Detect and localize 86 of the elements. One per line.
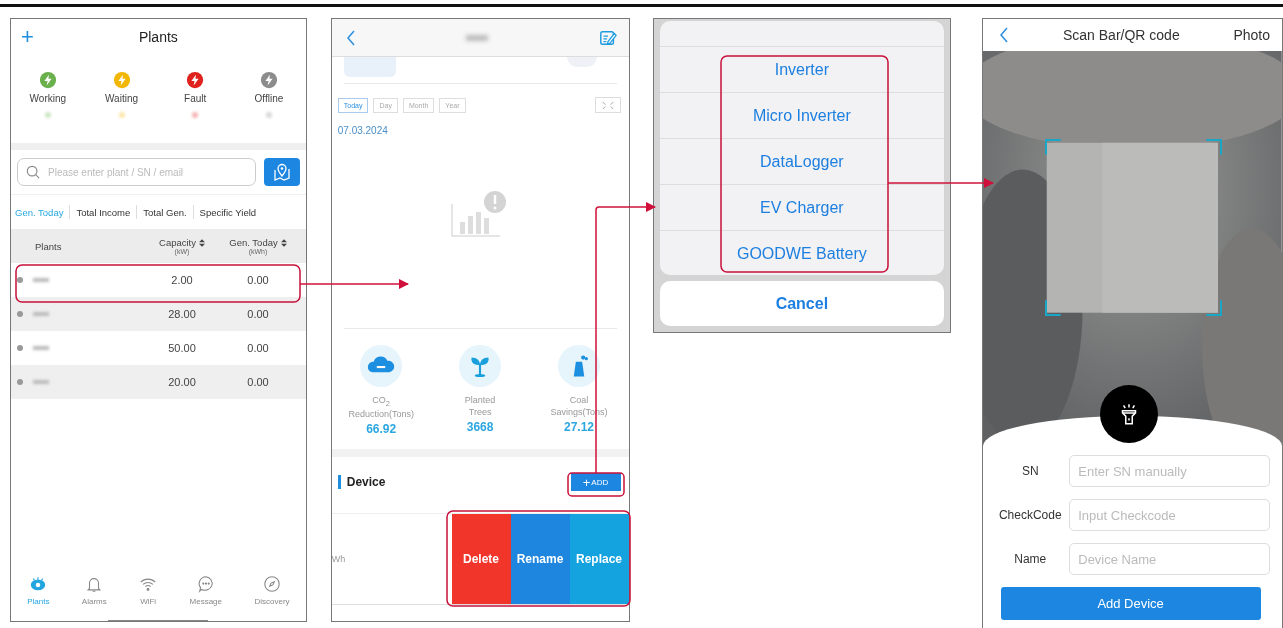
status-dot xyxy=(17,345,23,351)
status-dot xyxy=(17,277,23,283)
blurred-count xyxy=(265,112,272,118)
status-dot xyxy=(17,311,23,317)
back-icon[interactable] xyxy=(999,27,1010,43)
section-title: Device xyxy=(346,475,386,489)
status-dot xyxy=(17,379,23,385)
table-cell-text: 0.00 xyxy=(246,376,270,388)
cloud-icon xyxy=(360,345,403,387)
add-button[interactable]: + xyxy=(21,24,34,50)
add-device-button[interactable]: Add Device xyxy=(1000,587,1261,620)
eye-icon xyxy=(29,575,48,593)
swipe-action-button[interactable]: Delete xyxy=(451,514,511,604)
sort-icon[interactable] xyxy=(199,238,205,247)
field-label: CheckCode xyxy=(997,508,1063,522)
search-icon xyxy=(26,165,40,179)
input-field[interactable]: Input Checkcode xyxy=(1069,499,1270,531)
date-label: 07.03.2024 xyxy=(336,124,389,136)
screen-title: Scan Bar/QR code xyxy=(1061,27,1181,43)
nav-item[interactable]: Discovery xyxy=(254,575,290,606)
tab[interactable]: Gen. Today xyxy=(15,206,64,218)
sheet-option[interactable]: DataLogger xyxy=(659,138,945,184)
cancel-button[interactable]: Cancel xyxy=(659,281,945,326)
wifi-icon xyxy=(139,575,158,593)
back-icon[interactable] xyxy=(345,29,356,46)
nav-item[interactable]: WiFi xyxy=(139,575,158,606)
photo-link[interactable]: Photo xyxy=(1233,27,1270,43)
nav-item[interactable]: Alarms xyxy=(81,575,107,606)
input-field[interactable]: Device Name xyxy=(1069,543,1270,575)
column-header[interactable]: Plants xyxy=(35,240,62,252)
status-label: Fault xyxy=(184,93,207,104)
stat-value: 3668 xyxy=(466,420,494,435)
sort-icon[interactable] xyxy=(280,238,287,247)
status-label: Waiting xyxy=(105,93,138,104)
stat-label: Planted Trees xyxy=(464,395,496,419)
card-background xyxy=(343,57,396,77)
tab[interactable]: Total Gen. xyxy=(143,206,187,218)
table-cell-text: 0.00 xyxy=(246,308,270,320)
table-cell-text: 20.00 xyxy=(167,376,197,388)
nav-item[interactable]: Message xyxy=(189,575,222,606)
field-label: Name xyxy=(1013,552,1048,566)
column-header[interactable]: Gen. Today xyxy=(229,237,278,248)
blurred-title xyxy=(466,34,489,41)
compass-icon xyxy=(263,575,281,593)
tab[interactable]: Specific Yield xyxy=(199,206,257,218)
table-cell-text: 0.00 xyxy=(246,342,270,354)
blurred-name xyxy=(33,346,49,350)
section-marker xyxy=(337,475,341,489)
chat-icon xyxy=(196,575,215,593)
sheet-option[interactable]: Micro Inverter xyxy=(659,92,945,138)
table-cell-text: 50.00 xyxy=(167,342,197,354)
device-reading: Wh xyxy=(331,554,346,564)
status-label: Offline xyxy=(254,93,284,104)
swipe-action-button[interactable]: Rename xyxy=(510,514,570,604)
blurred-count xyxy=(118,112,125,118)
blurred-count xyxy=(44,112,51,118)
swipe-action-button[interactable]: Replace xyxy=(569,514,629,604)
blurred-name xyxy=(33,312,49,316)
table-cell-text: 2.00 xyxy=(170,274,194,286)
tab[interactable]: Total Income xyxy=(76,206,131,218)
table-cell-text: 28.00 xyxy=(167,308,197,320)
field-label: SN xyxy=(1020,464,1040,478)
column-header[interactable]: Capacity xyxy=(159,237,196,248)
screen-title: Plants xyxy=(138,29,178,45)
map-pin-icon xyxy=(271,162,292,182)
blurred-name xyxy=(33,278,49,282)
status-label: Working xyxy=(29,93,67,104)
expand-icon xyxy=(600,100,615,110)
search-field[interactable]: Please enter plant / SN / email xyxy=(17,158,256,186)
blurred-name xyxy=(33,380,49,384)
stat-value: 27.12 xyxy=(564,420,595,435)
sheet-option[interactable]: Inverter xyxy=(659,46,945,92)
sprout-icon xyxy=(459,345,502,387)
factory-icon xyxy=(558,345,600,387)
input-field[interactable]: Enter SN manually xyxy=(1069,455,1270,487)
stat-value: 66.92 xyxy=(366,422,397,437)
map-button[interactable] xyxy=(263,158,300,186)
blurred-count xyxy=(192,112,199,118)
sheet-option[interactable]: GOODWE Battery xyxy=(659,230,945,276)
highlight-box xyxy=(567,472,625,497)
bell-icon xyxy=(85,575,104,593)
sheet-option[interactable]: EV Charger xyxy=(659,184,945,230)
edit-icon[interactable] xyxy=(598,28,617,47)
table-cell-text: 0.00 xyxy=(246,274,270,286)
stat-label: CO$_{2}$ Reduction(Tons) xyxy=(348,395,414,421)
nav-item[interactable]: Plants xyxy=(27,575,50,606)
